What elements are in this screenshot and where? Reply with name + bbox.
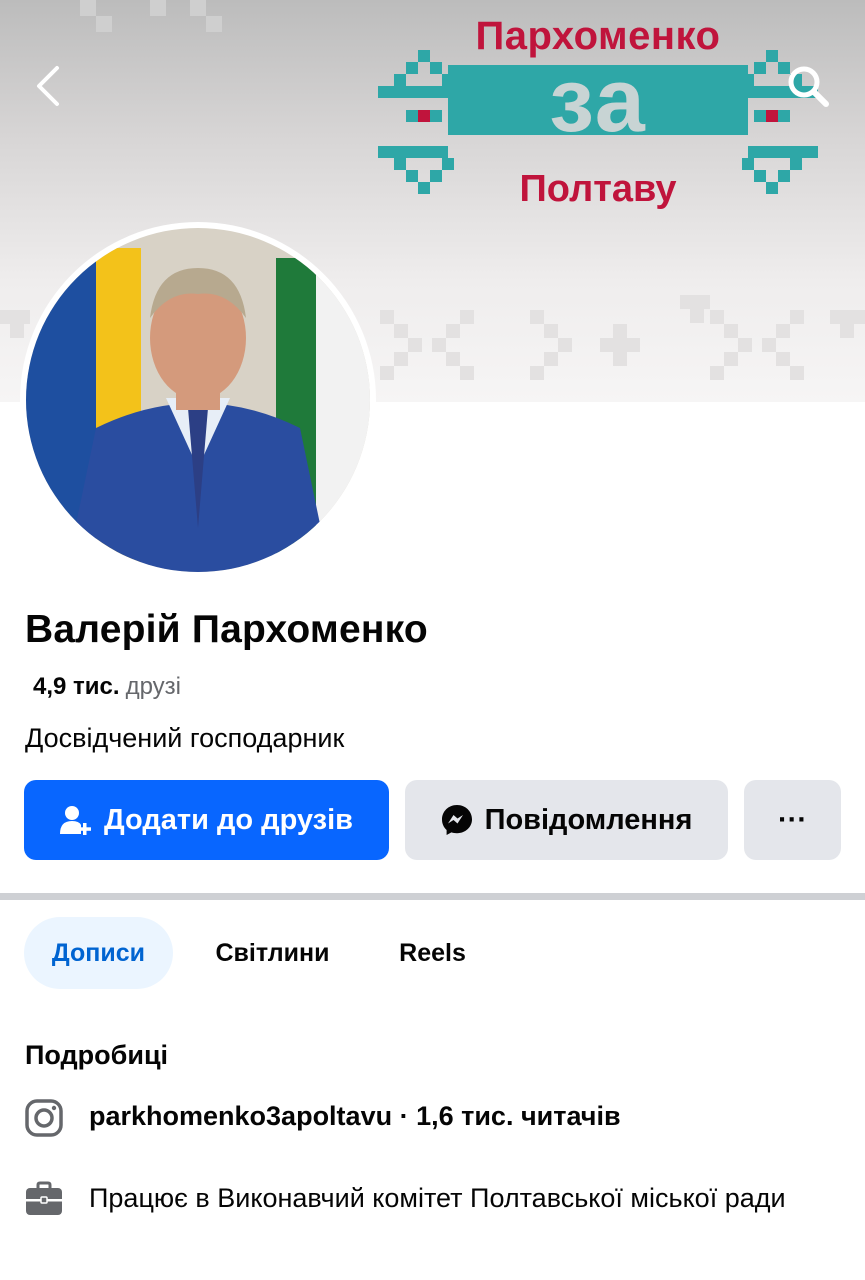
more-options-button[interactable]: ··· bbox=[744, 780, 841, 860]
add-friend-icon bbox=[60, 806, 92, 835]
chevron-left-icon bbox=[37, 66, 59, 106]
banner-title-bottom: Полтаву bbox=[519, 168, 677, 210]
detail-work: Працює в Виконавчий комітет Полтавської … bbox=[24, 1180, 829, 1220]
search-icon bbox=[788, 66, 829, 107]
friends-count[interactable]: 4,9 тис. друзі bbox=[33, 673, 181, 701]
profile-avatar[interactable] bbox=[20, 222, 376, 578]
banner-title-middle: за bbox=[549, 51, 647, 151]
message-label: Повідомлення bbox=[484, 803, 693, 836]
friends-count-value: 4,9 тис. bbox=[33, 673, 120, 700]
profile-name: Валерій Пархоменко bbox=[25, 608, 428, 651]
add-friend-button[interactable]: Додати до друзів bbox=[24, 780, 389, 860]
cover-ornament-top bbox=[80, 0, 222, 32]
instagram-link[interactable]: parkhomenko3apoltavu · 1,6 тис. читачів bbox=[89, 1098, 621, 1135]
message-button[interactable]: Повідомлення bbox=[405, 780, 728, 860]
detail-instagram[interactable]: parkhomenko3apoltavu · 1,6 тис. читачів bbox=[24, 1098, 621, 1138]
add-friend-label: Додати до друзів bbox=[104, 803, 353, 836]
work-text: Працює в Виконавчий комітет Полтавської … bbox=[89, 1183, 786, 1213]
briefcase-icon bbox=[26, 1181, 62, 1215]
messenger-icon bbox=[441, 805, 472, 835]
friends-count-label: друзі bbox=[125, 673, 181, 700]
section-divider bbox=[0, 893, 865, 900]
profile-photo bbox=[26, 228, 370, 572]
more-options-icon: ··· bbox=[778, 803, 807, 836]
profile-bio: Досвідчений господарник bbox=[25, 723, 345, 753]
details-heading: Подробиці bbox=[25, 1040, 169, 1070]
tab-reels[interactable]: Reels bbox=[375, 917, 490, 989]
tab-posts[interactable]: Дописи bbox=[24, 917, 173, 989]
campaign-banner: Пархоменко за Полтаву bbox=[378, 10, 818, 215]
search-button[interactable] bbox=[778, 56, 838, 116]
instagram-icon bbox=[25, 1099, 63, 1137]
back-button[interactable] bbox=[18, 56, 78, 116]
tab-photos[interactable]: Світлини bbox=[190, 917, 355, 989]
